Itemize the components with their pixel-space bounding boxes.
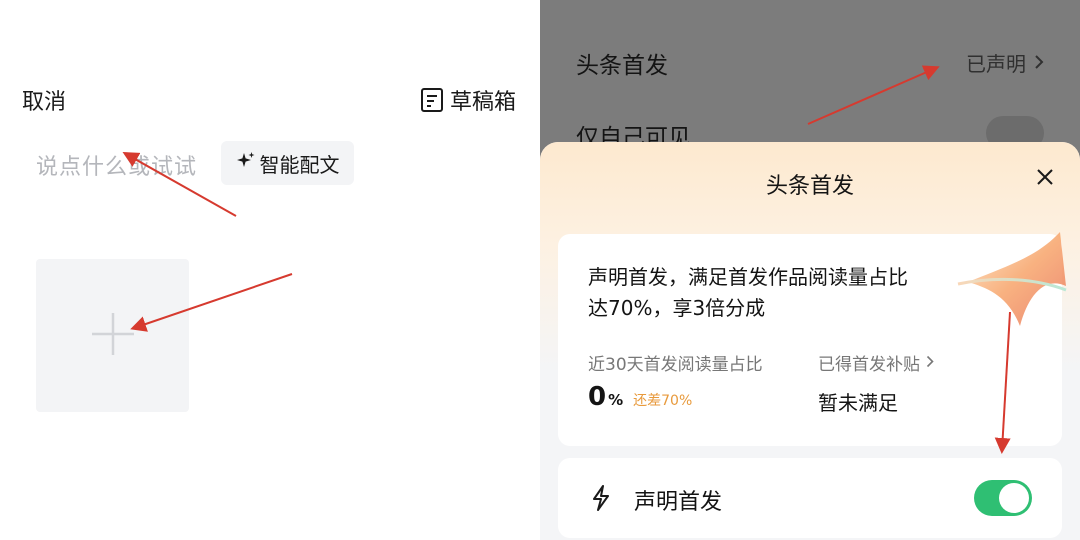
smart-caption-button[interactable]: 智能配文 [221, 141, 354, 185]
sheet-title: 头条首发 [765, 174, 854, 199]
read-ratio-unit: % [608, 391, 624, 409]
close-icon[interactable] [1036, 168, 1054, 190]
benefit-card: 声明首发，满足首发作品阅读量占比 达70%，享3倍分成 近30天首发阅读量占比 … [558, 232, 1067, 446]
ribbon-decoration-icon [948, 226, 1068, 340]
sparkle-icon [236, 151, 256, 176]
benefit-headline-line-1: 声明首发，满足首发作品阅读量占比 [588, 265, 908, 289]
read-ratio-gap: 还差70% [633, 393, 693, 409]
first-publish-row[interactable]: 头条首发 已声明 [540, 32, 1080, 92]
first-publish-label: 头条首发 [576, 53, 668, 79]
subsidy-link[interactable]: 已得首发补贴 [818, 350, 934, 375]
compose-screen: 取消 草稿箱 说点什么或试试 智能配文 [0, 0, 540, 540]
declare-first-publish-row: 声明首发 [558, 458, 1062, 538]
drafts-label: 草稿箱 [450, 90, 517, 115]
drafts-icon [420, 87, 444, 113]
smart-caption-label: 智能配文 [259, 152, 340, 177]
publish-settings-screen: 头条首发 已声明 仅自己可见 头条首发 声明首发，满足首发作品阅读量占比 达70… [540, 0, 1080, 540]
read-ratio-number: 0 [588, 382, 607, 412]
benefit-headline-line-2: 达70%，享3倍分成 [588, 296, 766, 320]
plus-icon [89, 310, 137, 362]
subsidy-value: 暂未满足 [818, 391, 898, 415]
read-ratio-value: 0 % 还差70% [588, 382, 692, 412]
first-publish-status: 已声明 [966, 48, 1044, 77]
subsidy-label: 已得首发补贴 [818, 355, 920, 375]
chevron-right-icon [926, 353, 934, 373]
post-text-input[interactable]: 说点什么或试试 [36, 149, 197, 181]
benefit-headline: 声明首发，满足首发作品阅读量占比 达70%，享3倍分成 [588, 262, 948, 324]
toggle-knob [999, 483, 1029, 513]
lightning-icon [590, 484, 612, 516]
declare-first-publish-label: 声明首发 [634, 490, 723, 515]
chevron-right-icon [1034, 51, 1044, 75]
first-publish-sheet: 头条首发 声明首发，满足首发作品阅读量占比 达70%，享3倍分成 近30天首发阅… [540, 142, 1080, 540]
add-media-button[interactable] [36, 259, 189, 412]
first-publish-value: 已声明 [966, 52, 1026, 76]
drafts-button[interactable]: 草稿箱 [420, 84, 516, 116]
cancel-button[interactable]: 取消 [22, 84, 66, 116]
read-ratio-label: 近30天首发阅读量占比 [588, 355, 763, 375]
declare-first-publish-toggle[interactable] [974, 480, 1032, 516]
